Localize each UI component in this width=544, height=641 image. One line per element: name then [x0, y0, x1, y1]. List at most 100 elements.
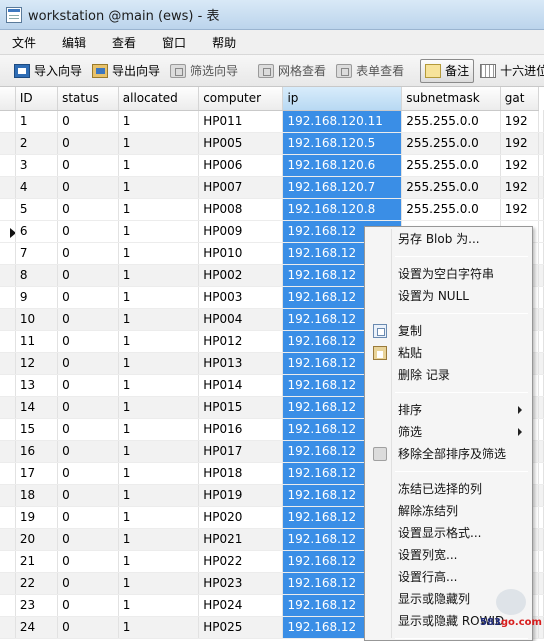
row-selector[interactable] [0, 220, 16, 243]
cell-computer[interactable]: HP011 [198, 110, 284, 133]
table-row[interactable]: 1 0 1 HP011 192.168.120.11 255.255.0.0 192 [0, 110, 544, 133]
cell-computer[interactable]: HP013 [198, 352, 284, 375]
row-selector[interactable] [0, 506, 16, 529]
context-item-9[interactable]: 排序 [367, 399, 530, 421]
cell-allocated[interactable]: 1 [118, 616, 200, 639]
context-item-16[interactable]: 设置列宽... [367, 544, 530, 566]
table-row[interactable]: 4 0 1 HP007 192.168.120.7 255.255.0.0 192 [0, 176, 544, 199]
cell-allocated[interactable]: 1 [118, 220, 200, 243]
cell-id[interactable]: 24 [15, 616, 59, 639]
cell-status[interactable]: 0 [57, 572, 119, 595]
context-item-14[interactable]: 解除冻结列 [367, 500, 530, 522]
cell-status[interactable]: 0 [57, 616, 119, 639]
cell-id[interactable]: 3 [15, 154, 59, 177]
cell-id[interactable]: 7 [15, 242, 59, 265]
context-item-6[interactable]: 粘贴 [367, 342, 530, 364]
cell-id[interactable]: 19 [15, 506, 59, 529]
cell-allocated[interactable]: 1 [118, 154, 200, 177]
cell-status[interactable]: 0 [57, 374, 119, 397]
cell-allocated[interactable]: 1 [118, 484, 200, 507]
cell-ip[interactable]: 192.168.120.7 [282, 176, 403, 199]
cell-subnetmask[interactable]: 255.255.0.0 [401, 110, 501, 133]
cell-allocated[interactable]: 1 [118, 198, 200, 221]
table-row[interactable]: 2 0 1 HP005 192.168.120.5 255.255.0.0 192 [0, 132, 544, 155]
cell-allocated[interactable]: 1 [118, 396, 200, 419]
cell-allocated[interactable]: 1 [118, 374, 200, 397]
cell-computer[interactable]: HP009 [198, 220, 284, 243]
hex-button[interactable]: 十六进位 [476, 59, 544, 83]
cell-status[interactable]: 0 [57, 506, 119, 529]
cell-status[interactable]: 0 [57, 396, 119, 419]
column-header-computer[interactable]: computer [198, 87, 284, 111]
row-selector[interactable] [0, 528, 16, 551]
cell-allocated[interactable]: 1 [118, 440, 200, 463]
row-selector[interactable] [0, 418, 16, 441]
cell-id[interactable]: 18 [15, 484, 59, 507]
cell-computer[interactable]: HP018 [198, 462, 284, 485]
cell-allocated[interactable]: 1 [118, 176, 200, 199]
cell-subnetmask[interactable]: 255.255.0.0 [401, 198, 501, 221]
context-item-18[interactable]: 显示或隐藏列 [367, 588, 530, 610]
cell-status[interactable]: 0 [57, 110, 119, 133]
row-selector[interactable] [0, 484, 16, 507]
cell-subnetmask[interactable]: 255.255.0.0 [401, 154, 501, 177]
cell-ip[interactable]: 192.168.120.5 [282, 132, 403, 155]
cell-gateway[interactable]: 192 [500, 132, 540, 155]
cell-computer[interactable]: HP003 [198, 286, 284, 309]
menu-window[interactable]: 窗口 [149, 34, 199, 51]
row-selector[interactable] [0, 308, 16, 331]
cell-ip[interactable]: 192.168.120.11 [282, 110, 403, 133]
cell-computer[interactable]: HP019 [198, 484, 284, 507]
row-selector[interactable] [0, 594, 16, 617]
row-selector[interactable] [0, 176, 16, 199]
cell-computer[interactable]: HP021 [198, 528, 284, 551]
cell-id[interactable]: 9 [15, 286, 59, 309]
row-selector[interactable] [0, 572, 16, 595]
cell-subnetmask[interactable]: 255.255.0.0 [401, 176, 501, 199]
cell-status[interactable]: 0 [57, 440, 119, 463]
cell-allocated[interactable]: 1 [118, 264, 200, 287]
row-selector[interactable] [0, 616, 16, 639]
table-row[interactable]: 5 0 1 HP008 192.168.120.8 255.255.0.0 192 [0, 198, 544, 221]
context-item-13[interactable]: 冻结已选择的列 [367, 478, 530, 500]
cell-allocated[interactable]: 1 [118, 506, 200, 529]
export-wizard-button[interactable]: 导出向导 [88, 59, 164, 83]
cell-gateway[interactable]: 192 [500, 154, 540, 177]
cell-allocated[interactable]: 1 [118, 594, 200, 617]
cell-status[interactable]: 0 [57, 594, 119, 617]
cell-status[interactable]: 0 [57, 176, 119, 199]
table-row[interactable]: 3 0 1 HP006 192.168.120.6 255.255.0.0 192 [0, 154, 544, 177]
row-selector[interactable] [0, 396, 16, 419]
cell-gateway[interactable]: 192 [500, 110, 540, 133]
row-selector[interactable] [0, 154, 16, 177]
column-header-allocated[interactable]: allocated [118, 87, 200, 111]
row-selector[interactable] [0, 352, 16, 375]
context-item-7[interactable]: 删除 记录 [367, 364, 530, 386]
cell-id[interactable]: 10 [15, 308, 59, 331]
menu-edit[interactable]: 编辑 [49, 34, 99, 51]
cell-id[interactable]: 6 [15, 220, 59, 243]
cell-status[interactable]: 0 [57, 462, 119, 485]
cell-id[interactable]: 11 [15, 330, 59, 353]
cell-status[interactable]: 0 [57, 154, 119, 177]
cell-status[interactable]: 0 [57, 264, 119, 287]
cell-computer[interactable]: HP005 [198, 132, 284, 155]
row-selector[interactable] [0, 132, 16, 155]
cell-id[interactable]: 23 [15, 594, 59, 617]
cell-id[interactable]: 13 [15, 374, 59, 397]
cell-status[interactable]: 0 [57, 418, 119, 441]
cell-computer[interactable]: HP024 [198, 594, 284, 617]
cell-status[interactable]: 0 [57, 484, 119, 507]
row-selector[interactable] [0, 550, 16, 573]
cell-allocated[interactable]: 1 [118, 462, 200, 485]
menu-view[interactable]: 查看 [99, 34, 149, 51]
cell-computer[interactable]: HP022 [198, 550, 284, 573]
cell-id[interactable]: 15 [15, 418, 59, 441]
context-item-3[interactable]: 设置为 NULL [367, 285, 530, 307]
cell-id[interactable]: 22 [15, 572, 59, 595]
column-header-subnetmask[interactable]: subnetmask [401, 87, 501, 111]
cell-id[interactable]: 14 [15, 396, 59, 419]
context-item-19[interactable]: 显示或隐藏 ROWID [367, 610, 530, 632]
cell-allocated[interactable]: 1 [118, 132, 200, 155]
column-header-id[interactable]: ID [15, 87, 59, 111]
